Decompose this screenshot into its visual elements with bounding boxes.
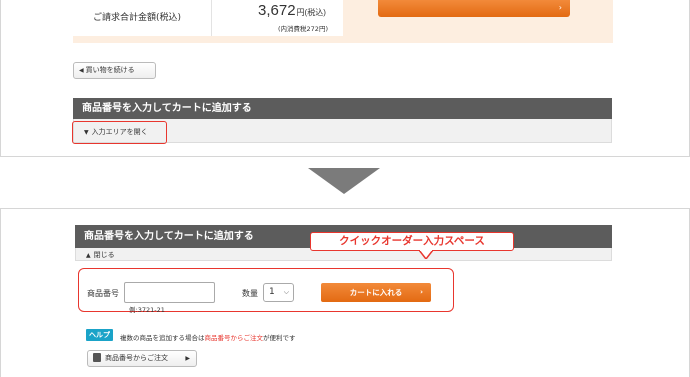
- chevron-right-icon: ▶: [185, 355, 190, 362]
- order-total-box: ご請求合計金額(税込) 3,672円(税込) (内消費税272円): [73, 0, 343, 36]
- order-by-code-button[interactable]: 商品番号からご注文 ▶: [87, 350, 197, 367]
- open-link-highlight: [72, 121, 167, 144]
- chevron-left-icon: ◀: [79, 67, 84, 74]
- help-text-before: 複数の商品を追加する場合は: [120, 334, 205, 342]
- total-divider: [211, 0, 212, 36]
- total-amount-unit: 円(税込): [296, 8, 326, 17]
- item-code-label: 商品番号: [87, 289, 119, 298]
- quick-order-header: 商品番号を入力してカートに追加する: [73, 98, 612, 119]
- order-total-area: ご請求合計金額(税込) 3,672円(税込) (内消費税272円) ›: [73, 0, 613, 43]
- item-code-input[interactable]: [124, 282, 215, 303]
- total-label: ご請求合計金額(税込): [93, 13, 182, 23]
- quantity-select[interactable]: 1 ⌵: [263, 283, 294, 302]
- book-icon: [93, 353, 101, 362]
- help-text: 複数の商品を追加する場合は商品番号からご注文が便利です: [120, 332, 296, 342]
- chevron-right-icon: ›: [420, 288, 423, 296]
- down-arrow-icon: [308, 168, 380, 194]
- quick-order-callout: クイックオーダー入力スペース: [310, 232, 514, 251]
- proceed-checkout-button[interactable]: ›: [378, 0, 570, 17]
- quantity-value: 1: [269, 287, 275, 297]
- close-input-area-label: 閉じる: [93, 251, 115, 259]
- chevron-right-icon: ›: [558, 3, 562, 12]
- help-badge: ヘルプ: [86, 329, 113, 341]
- total-amount: 3,672円(税込): [258, 2, 326, 19]
- triangle-up-icon: ▲: [86, 252, 91, 259]
- after-panel: 商品番号を入力してカートに追加する ▲ 閉じる クイックオーダー入力スペース 商品…: [0, 208, 690, 377]
- total-amount-value: 3,672: [258, 2, 296, 19]
- continue-shopping-button[interactable]: ◀ 買い物を続ける: [73, 62, 156, 79]
- help-text-after: が便利です: [263, 334, 296, 342]
- add-to-cart-button[interactable]: カートに入れる ›: [321, 283, 431, 302]
- item-code-example: 例:3721-21: [129, 306, 165, 314]
- tax-note: (内消費税272円): [278, 25, 328, 33]
- chevron-down-icon: ⌵: [283, 288, 289, 296]
- quantity-label: 数量: [242, 289, 258, 298]
- continue-shopping-label: 買い物を続ける: [85, 66, 135, 74]
- before-panel: ご請求合計金額(税込) 3,672円(税込) (内消費税272円) › ◀ 買い物…: [0, 0, 690, 157]
- close-input-area-link[interactable]: ▲ 閉じる: [86, 250, 115, 260]
- help-text-link[interactable]: 商品番号からご注文: [205, 334, 264, 342]
- callout-tail: [419, 250, 433, 259]
- add-to-cart-label: カートに入れる: [349, 288, 403, 297]
- order-by-code-label: 商品番号からご注文: [105, 354, 168, 362]
